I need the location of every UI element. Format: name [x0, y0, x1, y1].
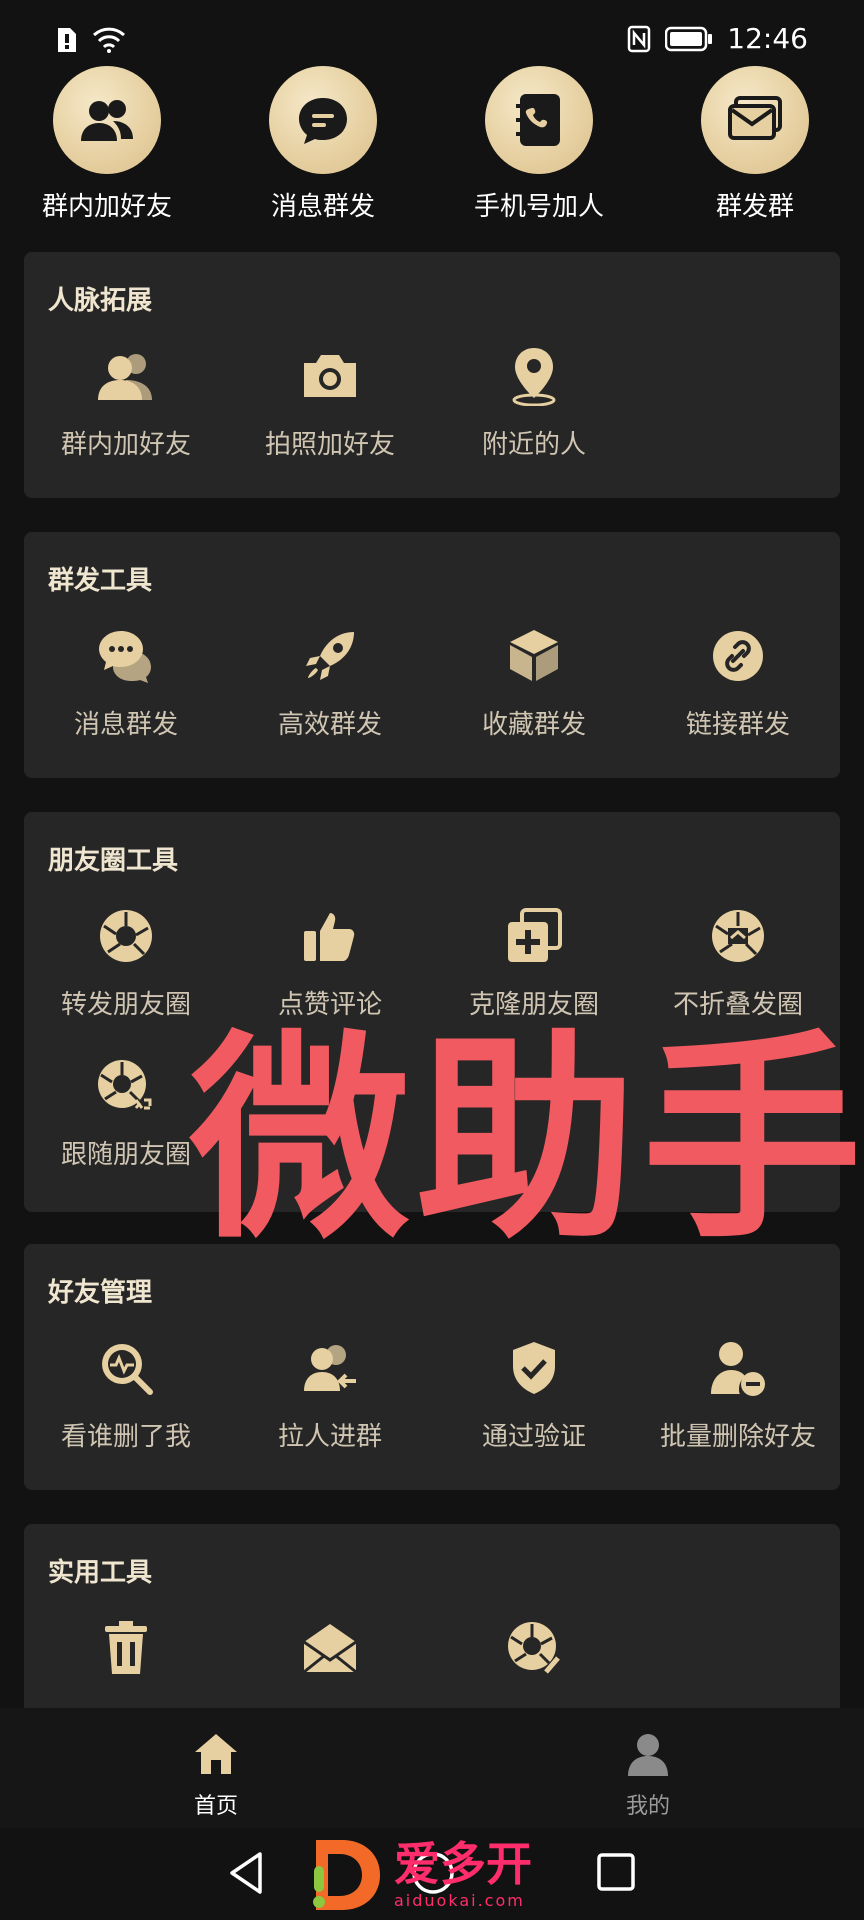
item-no-fold-post[interactable]: 不折叠发圈 — [636, 904, 840, 1021]
quick-label: 手机号加人 — [473, 192, 604, 222]
section-title: 朋友圈工具 — [48, 846, 179, 876]
section-title: 实用工具 — [48, 1558, 153, 1588]
item-label: 收藏群发 — [481, 710, 586, 740]
logo-text: 爱多开 — [394, 1836, 532, 1891]
people-icon — [81, 100, 133, 141]
brand-logo: 爱多开 aiduokai.com — [308, 1836, 532, 1914]
aperture-clean-icon — [508, 1622, 560, 1674]
item-pull-into-group[interactable]: 拉人进群 — [228, 1336, 432, 1453]
item-label: 链接群发 — [685, 710, 790, 740]
item-label: 通过验证 — [481, 1422, 586, 1452]
quick-message-broadcast[interactable]: 消息群发 — [223, 66, 423, 223]
search-pulse-icon — [102, 1344, 153, 1395]
user-icon — [628, 1734, 668, 1776]
section-title: 群发工具 — [48, 566, 153, 596]
chat-bubble-icon — [299, 98, 347, 144]
trash-icon — [105, 1621, 147, 1674]
section-title: 好友管理 — [48, 1278, 153, 1308]
item-nearby-people[interactable]: 附近的人 — [432, 344, 636, 461]
quick-label: 群内加好友 — [41, 192, 172, 222]
recents-icon[interactable] — [596, 1852, 636, 1892]
tab-label: 我的 — [625, 1794, 670, 1819]
phone-book-icon — [516, 94, 560, 146]
tab-label: 首页 — [193, 1794, 238, 1819]
user-minus-icon — [711, 1342, 765, 1396]
section-friends: 好友管理 看谁删了我 拉人进群 通过验证 批量删除好友 — [24, 1244, 840, 1490]
item-label: 拍照加好友 — [264, 430, 395, 460]
quick-add-group-friends[interactable]: 群内加好友 — [7, 66, 207, 223]
sim-alert-icon — [58, 28, 76, 52]
location-pin-icon — [512, 348, 556, 406]
duplicate-plus-icon — [508, 908, 562, 962]
quick-actions: 群内加好友 消息群发 手机号加人 群发群 — [0, 66, 864, 226]
item-favorites-broadcast[interactable]: 收藏群发 — [432, 624, 636, 741]
item-who-deleted-me[interactable]: 看谁删了我 — [24, 1336, 228, 1453]
item-group-add-friends[interactable]: 群内加好友 — [24, 344, 228, 461]
wifi-icon — [92, 27, 126, 53]
quick-circle — [53, 66, 161, 174]
item-forward-moments[interactable]: 转发朋友圈 — [24, 904, 228, 1021]
aperture-icon — [100, 910, 152, 962]
battery-icon — [665, 26, 713, 51]
rocket-icon — [306, 632, 354, 680]
home-icon — [195, 1734, 237, 1774]
chat-bubbles-icon — [99, 631, 151, 683]
people-arrow-icon — [304, 1345, 356, 1391]
item-like-comment[interactable]: 点赞评论 — [228, 904, 432, 1021]
section-network: 人脉拓展 群内加好友 拍照加好友 附近的人 — [24, 252, 840, 498]
logo-domain: aiduokai.com — [394, 1890, 525, 1910]
quick-phone-add[interactable]: 手机号加人 — [439, 66, 639, 223]
people-icon — [98, 354, 152, 400]
item-utility-trash[interactable] — [24, 1616, 228, 1680]
item-label: 看谁删了我 — [60, 1422, 191, 1452]
shield-check-icon — [513, 1342, 555, 1394]
item-label: 附近的人 — [481, 430, 586, 460]
box-icon — [510, 630, 558, 681]
thumbs-up-icon — [304, 913, 355, 961]
status-time: 12:46 — [727, 22, 808, 55]
section-broadcast: 群发工具 消息群发 高效群发 收藏群发 链接群发 — [24, 532, 840, 778]
bottom-tab-bar: 首页 我的 — [0, 1708, 864, 1828]
item-photo-add-friends[interactable]: 拍照加好友 — [228, 344, 432, 461]
quick-circle — [485, 66, 593, 174]
item-label: 批量删除好友 — [659, 1422, 816, 1452]
quick-circle — [269, 66, 377, 174]
quick-group-broadcast[interactable]: 群发群 — [655, 66, 855, 223]
quick-label: 群发群 — [715, 192, 794, 222]
item-label: 群内加好友 — [60, 430, 191, 460]
item-efficient-broadcast[interactable]: 高效群发 — [228, 624, 432, 741]
item-utility-aperture[interactable] — [432, 1616, 636, 1680]
item-message-broadcast[interactable]: 消息群发 — [24, 624, 228, 741]
back-icon[interactable] — [226, 1850, 266, 1896]
watermark-text: 微助手 — [190, 1012, 864, 1268]
section-title: 人脉拓展 — [48, 286, 153, 316]
camera-icon — [304, 355, 356, 397]
item-link-broadcast[interactable]: 链接群发 — [636, 624, 840, 741]
logo-mark-icon — [313, 1840, 380, 1910]
item-label: 高效群发 — [277, 710, 382, 740]
item-utility-mail[interactable] — [228, 1616, 432, 1680]
tab-mine[interactable]: 我的 — [578, 1732, 718, 1820]
open-envelope-icon — [303, 1624, 357, 1674]
aperture-fold-icon — [712, 910, 764, 962]
item-pass-verification[interactable]: 通过验证 — [432, 1336, 636, 1453]
mail-stack-icon — [728, 96, 782, 140]
item-clone-moments[interactable]: 克隆朋友圈 — [432, 904, 636, 1021]
item-label: 消息群发 — [73, 710, 178, 740]
item-batch-delete-friends[interactable]: 批量删除好友 — [636, 1336, 840, 1453]
nfc-icon — [628, 25, 651, 52]
quick-label: 消息群发 — [270, 192, 375, 222]
tab-home[interactable]: 首页 — [146, 1732, 286, 1820]
aperture-shuffle-icon — [98, 1060, 152, 1110]
item-label: 拉人进群 — [277, 1422, 382, 1452]
link-icon — [713, 631, 763, 681]
quick-circle — [701, 66, 809, 174]
